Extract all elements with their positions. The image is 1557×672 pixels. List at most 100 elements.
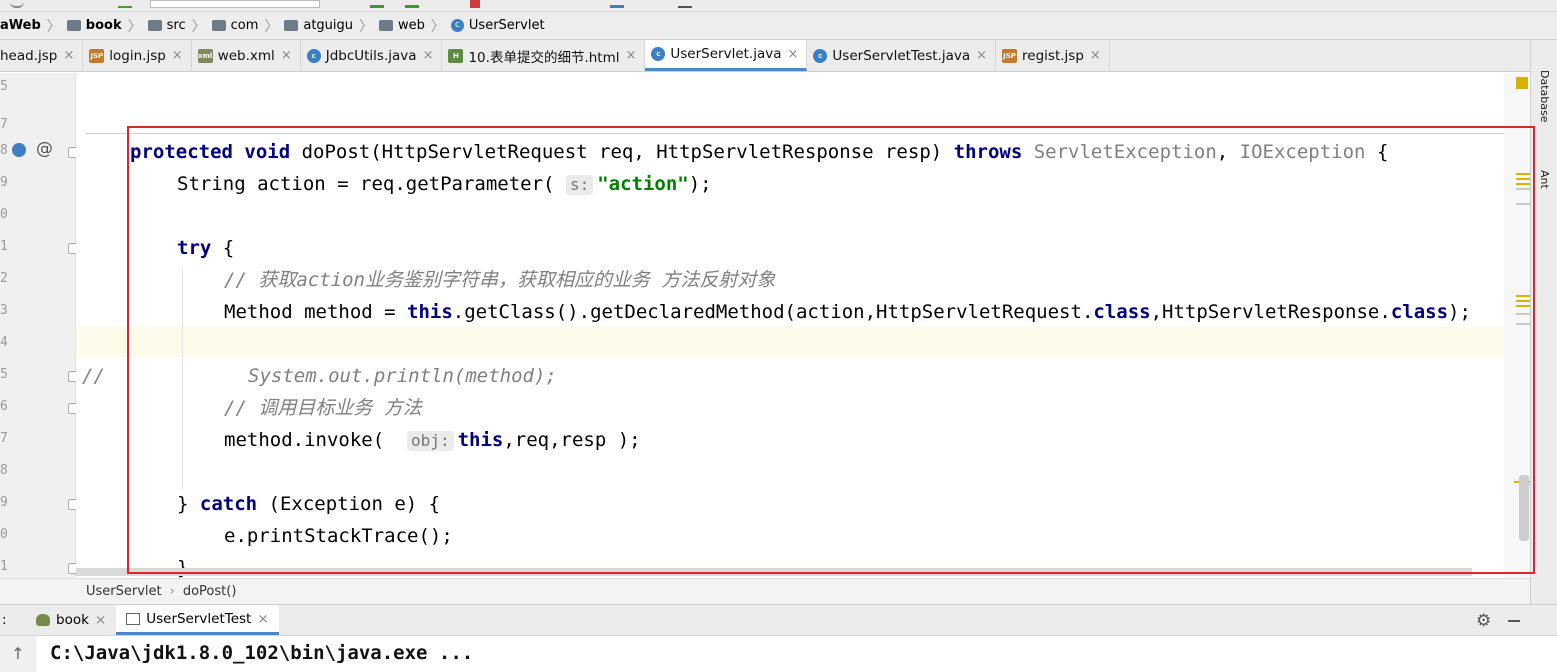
warning-marker[interactable] <box>1516 188 1530 190</box>
warning-marker[interactable] <box>1516 178 1530 180</box>
indent-guide <box>182 269 183 489</box>
run-tab-book[interactable]: book × <box>26 605 116 635</box>
breadcrumb-atguigu[interactable]: atguigu <box>280 12 357 39</box>
back-icon[interactable] <box>118 0 132 8</box>
tab-jdbcutils-java[interactable]: c JdbcUtils.java × <box>301 40 443 71</box>
warning-marker[interactable] <box>1516 305 1530 307</box>
jsp-icon: JSP <box>1002 48 1018 63</box>
database-tool-button[interactable]: Database <box>1538 70 1551 123</box>
breadcrumb-label: book <box>85 18 122 33</box>
xml-icon: xml <box>197 48 213 63</box>
breadcrumb-com[interactable]: com <box>208 12 263 39</box>
jsp-icon: JSP <box>89 48 105 63</box>
close-icon[interactable]: × <box>788 47 799 62</box>
line-number: 8 <box>0 143 8 158</box>
line-number: 5 <box>0 367 8 382</box>
vertical-scrollbar-thumb[interactable] <box>1519 475 1529 541</box>
method-separator <box>86 133 1504 134</box>
rerun-up-arrow-icon[interactable]: ↑ <box>0 636 36 672</box>
current-line-highlight <box>76 327 1504 357</box>
search-everywhere-icon[interactable] <box>678 0 692 8</box>
tab-login-jsp[interactable]: JSP login.jsp × <box>83 40 192 71</box>
run-tab-label: UserServletTest <box>146 610 252 627</box>
close-icon[interactable]: × <box>172 48 183 63</box>
code-line-7: // 调用目标业务 方法 <box>224 397 422 419</box>
line-number: 1 <box>0 559 8 574</box>
bug-icon <box>36 614 50 626</box>
breadcrumb-label: src <box>166 18 186 33</box>
settings-gear-icon[interactable]: ⚙ <box>1476 611 1491 631</box>
line-number: 5 <box>0 79 8 94</box>
override-method-icon[interactable] <box>12 143 26 157</box>
error-stripe[interactable] <box>1504 73 1530 578</box>
warning-marker[interactable] <box>1516 295 1530 297</box>
warning-marker[interactable] <box>1516 300 1530 302</box>
close-icon[interactable]: × <box>423 48 434 63</box>
breadcrumb-separator: 〉 <box>46 18 61 35</box>
run-console[interactable]: ↑ C:\Java\jdk1.8.0_102\bin\java.exe ... <box>0 636 1557 672</box>
breadcrumb-src[interactable]: src <box>144 12 190 39</box>
code-line-6-body: System.out.println(method); <box>248 365 557 387</box>
warning-marker[interactable] <box>1516 183 1530 185</box>
line-number: 2 <box>0 271 8 286</box>
tab-userservlettest-java[interactable]: c UserServletTest.java × <box>807 40 997 71</box>
breadcrumb-project[interactable]: aWeb <box>0 12 45 39</box>
breadcrumb-separator: › <box>169 584 175 599</box>
tab-label: head.jsp <box>0 47 58 64</box>
stop-icon[interactable] <box>470 0 480 8</box>
run-tab-userservlettest[interactable]: UserServletTest × <box>116 605 279 635</box>
code-editor[interactable]: protected void doPost(HttpServletRequest… <box>76 73 1504 578</box>
inspection-status-icon[interactable] <box>1516 77 1528 89</box>
breadcrumb-web[interactable]: web <box>375 12 429 39</box>
run-icon[interactable] <box>370 0 384 8</box>
class-icon: c <box>450 19 464 32</box>
horizontal-scrollbar[interactable] <box>76 568 1472 576</box>
tab-userservlet-java[interactable]: c UserServlet.java × <box>645 40 808 71</box>
warning-marker[interactable] <box>1516 203 1530 205</box>
code-line-10: e.printStackTrace(); <box>224 525 453 547</box>
breadcrumb-book[interactable]: book <box>63 12 126 39</box>
close-icon[interactable]: × <box>625 48 636 63</box>
breadcrumb-class[interactable]: UserServlet <box>86 584 162 599</box>
warning-marker[interactable] <box>1516 313 1530 315</box>
breadcrumb-separator: 〉 <box>264 18 279 35</box>
tab-regist-jsp[interactable]: JSP regist.jsp × <box>996 40 1110 71</box>
breadcrumb-separator: 〉 <box>359 18 374 35</box>
refresh-icon[interactable] <box>10 0 24 8</box>
tab-head-jsp[interactable]: head.jsp × <box>0 40 84 71</box>
close-icon[interactable]: × <box>1090 48 1101 63</box>
close-icon[interactable]: × <box>95 612 106 628</box>
folder-icon <box>147 20 162 31</box>
breadcrumb-method[interactable]: doPost() <box>183 584 237 599</box>
line-number: 8 <box>0 463 8 478</box>
ant-tool-button[interactable]: Ant <box>1538 170 1551 189</box>
minimize-icon[interactable] <box>1508 620 1520 622</box>
line-number: 7 <box>0 431 8 446</box>
breadcrumb-label: web <box>398 18 425 33</box>
override-marker: @ <box>36 139 53 159</box>
tab-label: web.xml <box>217 47 275 64</box>
line-number: 7 <box>0 117 8 132</box>
tab-form-details-html[interactable]: H 10.表单提交的细节.html × <box>442 40 646 71</box>
close-icon[interactable]: × <box>257 611 268 627</box>
close-icon[interactable]: × <box>63 48 74 63</box>
debug-icon[interactable] <box>405 0 419 8</box>
run-tab-label: book <box>56 612 89 628</box>
warning-marker[interactable] <box>1516 173 1530 175</box>
line-number: 6 <box>0 399 8 414</box>
close-icon[interactable]: × <box>281 48 292 63</box>
tab-web-xml[interactable]: xml web.xml × <box>192 40 301 71</box>
editor-gutter: 5 7 8 @ 9 0 1 2 3 4 5 6 7 8 9 0 1 <box>0 73 79 578</box>
breadcrumb-label: atguigu <box>303 18 354 33</box>
build-icon[interactable] <box>610 0 624 8</box>
breadcrumb-userservlet[interactable]: c UserServlet <box>447 12 549 39</box>
search-field[interactable] <box>150 0 320 8</box>
code-line-3: try { <box>177 237 235 259</box>
line-number: 3 <box>0 303 8 318</box>
class-icon: c <box>651 47 666 61</box>
line-number: 0 <box>0 527 8 542</box>
close-icon[interactable]: × <box>976 48 987 63</box>
warning-marker[interactable] <box>1516 323 1530 325</box>
code-line-8: method.invoke( obj: this,req,resp ); <box>224 429 641 451</box>
main-toolbar <box>0 0 1557 12</box>
